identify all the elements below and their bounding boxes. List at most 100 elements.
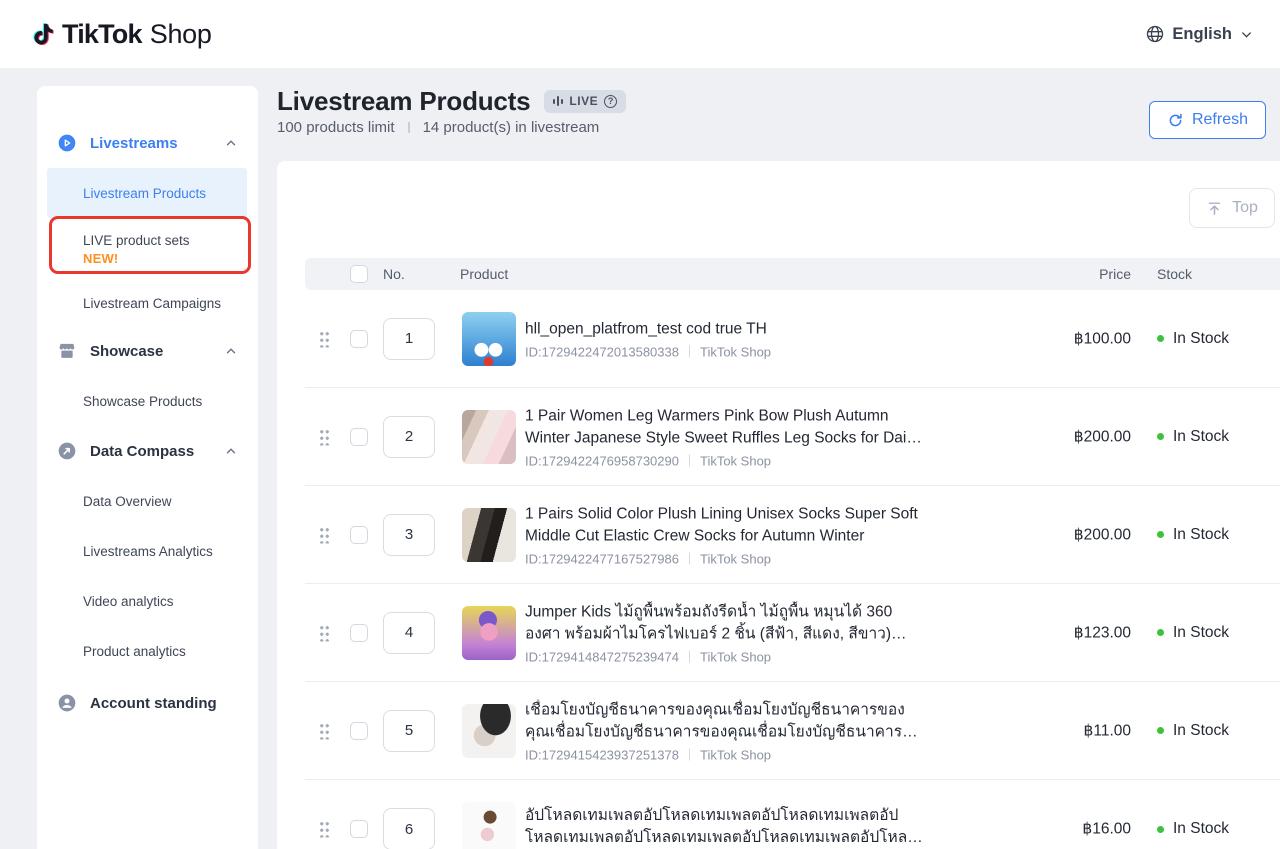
stock-label: In Stock xyxy=(1173,330,1229,348)
drag-handle-icon[interactable] xyxy=(320,821,329,838)
row-order-input[interactable]: 2 xyxy=(383,416,435,458)
row-checkbox[interactable] xyxy=(350,428,368,446)
sidebar-item-livestreams-analytics[interactable]: Livestreams Analytics xyxy=(37,526,258,576)
column-header-product: Product xyxy=(460,266,508,282)
in-stock-dot-icon xyxy=(1157,727,1164,734)
top-header: TikTok Shop English xyxy=(0,0,1280,68)
sidebar-item-livestream-campaigns[interactable]: Livestream Campaigns xyxy=(37,280,258,326)
product-source: TikTok Shop xyxy=(700,453,771,468)
sidebar: Livestreams Livestream Products LIVE pro… xyxy=(37,86,258,849)
product-id: ID:1729415423937251378 xyxy=(525,747,679,762)
product-image xyxy=(462,802,516,849)
tiktok-note-icon xyxy=(30,19,57,49)
drag-handle-icon[interactable] xyxy=(320,526,329,543)
livestream-products-panel: Top No. Product Price Stock 1 hll_open_p… xyxy=(277,161,1280,849)
page-title: Livestream Products xyxy=(277,86,530,116)
product-title: 1 Pairs Solid Color Plush Lining Unisex … xyxy=(525,503,925,547)
stock-label: In Stock xyxy=(1173,624,1229,642)
product-id: ID:1729414847275239474 xyxy=(525,649,679,664)
table-row: 3 1 Pairs Solid Color Plush Lining Unise… xyxy=(305,486,1280,584)
product-image xyxy=(462,312,516,366)
sidebar-section-account-standing[interactable]: Account standing xyxy=(37,676,258,730)
product-source: TikTok Shop xyxy=(700,649,771,664)
in-stock-dot-icon xyxy=(1157,629,1164,636)
row-order-input[interactable]: 3 xyxy=(383,514,435,556)
sidebar-section-label: Data Compass xyxy=(90,443,194,460)
products-in-livestream-text: 14 product(s) in livestream xyxy=(423,119,600,136)
sidebar-item-live-product-sets[interactable]: LIVE product sets NEW! xyxy=(37,218,258,280)
row-checkbox[interactable] xyxy=(350,722,368,740)
product-source: TikTok Shop xyxy=(700,551,771,566)
row-order-input[interactable]: 1 xyxy=(383,318,435,360)
chevron-up-icon xyxy=(224,136,238,150)
logo-text-shop: Shop xyxy=(150,19,212,50)
row-checkbox[interactable] xyxy=(350,820,368,838)
stock-label: In Stock xyxy=(1173,722,1229,740)
compass-icon xyxy=(57,441,77,461)
row-order-input[interactable]: 6 xyxy=(383,808,435,849)
products-table: No. Product Price Stock 1 hll_open_platf… xyxy=(305,258,1280,849)
language-switcher[interactable]: English xyxy=(1145,24,1254,44)
arrow-to-top-icon xyxy=(1206,200,1223,217)
select-all-checkbox[interactable] xyxy=(350,265,368,283)
id-divider xyxy=(689,749,690,761)
table-row: 1 hll_open_platfrom_test cod true TH ID:… xyxy=(305,290,1280,388)
refresh-label: Refresh xyxy=(1192,111,1248,129)
id-divider xyxy=(689,553,690,565)
sidebar-item-showcase-products[interactable]: Showcase Products xyxy=(37,376,258,426)
sidebar-item-product-analytics[interactable]: Product analytics xyxy=(37,626,258,676)
scroll-to-top-button[interactable]: Top xyxy=(1189,188,1275,228)
column-header-no: No. xyxy=(383,266,405,282)
sidebar-item-livestream-products[interactable]: Livestream Products xyxy=(47,168,247,218)
row-checkbox[interactable] xyxy=(350,526,368,544)
live-badge-label: LIVE xyxy=(569,94,598,108)
sidebar-item-label: Livestream Campaigns xyxy=(83,296,221,311)
live-status-badge: LIVE xyxy=(544,90,626,113)
sidebar-item-video-analytics[interactable]: Video analytics xyxy=(37,576,258,626)
product-source: TikTok Shop xyxy=(700,344,771,359)
product-price: ฿11.00 xyxy=(945,721,1131,740)
storefront-icon xyxy=(57,341,77,361)
help-icon[interactable] xyxy=(604,95,617,108)
stock-status: In Stock xyxy=(1157,428,1229,446)
sidebar-item-label: Data Overview xyxy=(83,494,172,509)
person-icon xyxy=(57,693,77,713)
stock-status: In Stock xyxy=(1157,624,1229,642)
product-id: ID:1729422477167527986 xyxy=(525,551,679,566)
drag-handle-icon[interactable] xyxy=(320,330,329,347)
column-header-stock: Stock xyxy=(1157,266,1192,282)
logo-text-tiktok: TikTok xyxy=(62,19,142,50)
sidebar-item-data-overview[interactable]: Data Overview xyxy=(37,476,258,526)
chevron-down-icon xyxy=(1239,27,1254,42)
sidebar-section-data-compass[interactable]: Data Compass xyxy=(37,426,258,476)
refresh-button[interactable]: Refresh xyxy=(1149,101,1266,139)
stock-status: In Stock xyxy=(1157,330,1229,348)
row-checkbox[interactable] xyxy=(350,330,368,348)
row-order-input[interactable]: 4 xyxy=(383,612,435,654)
product-id-row: ID:1729422472013580338 TikTok Shop xyxy=(525,344,925,359)
sidebar-item-label: Livestreams Analytics xyxy=(83,544,213,559)
stock-status: In Stock xyxy=(1157,722,1229,740)
products-limit-text: 100 products limit xyxy=(277,119,395,136)
product-id-row: ID:1729414847275239474 TikTok Shop xyxy=(525,649,925,664)
product-price: ฿200.00 xyxy=(945,427,1131,446)
stock-label: In Stock xyxy=(1173,428,1229,446)
table-row: 4 Jumper Kids ไม้ถูพื้นพร้อมถังรีดน้ำ ไม… xyxy=(305,584,1280,682)
drag-handle-icon[interactable] xyxy=(320,624,329,641)
sidebar-item-label: LIVE product sets xyxy=(83,233,190,248)
drag-handle-icon[interactable] xyxy=(320,722,329,739)
product-title: อัปโหลดเทมเพลตอัปโหลดเทมเพลตอัปโหลดเทมเพ… xyxy=(525,805,925,849)
stock-status: In Stock xyxy=(1157,526,1229,544)
sidebar-section-livestreams[interactable]: Livestreams xyxy=(37,118,258,168)
sidebar-section-label: Livestreams xyxy=(90,135,178,152)
product-id-row: ID:1729415423937251378 TikTok Shop xyxy=(525,747,925,762)
drag-handle-icon[interactable] xyxy=(320,428,329,445)
product-price: ฿123.00 xyxy=(945,623,1131,642)
in-stock-dot-icon xyxy=(1157,826,1164,833)
row-order-input[interactable]: 5 xyxy=(383,710,435,752)
tiktok-shop-logo: TikTok Shop xyxy=(30,19,212,50)
sidebar-section-label: Account standing xyxy=(90,695,217,712)
table-row: 2 1 Pair Women Leg Warmers Pink Bow Plus… xyxy=(305,388,1280,486)
row-checkbox[interactable] xyxy=(350,624,368,642)
sidebar-section-showcase[interactable]: Showcase xyxy=(37,326,258,376)
